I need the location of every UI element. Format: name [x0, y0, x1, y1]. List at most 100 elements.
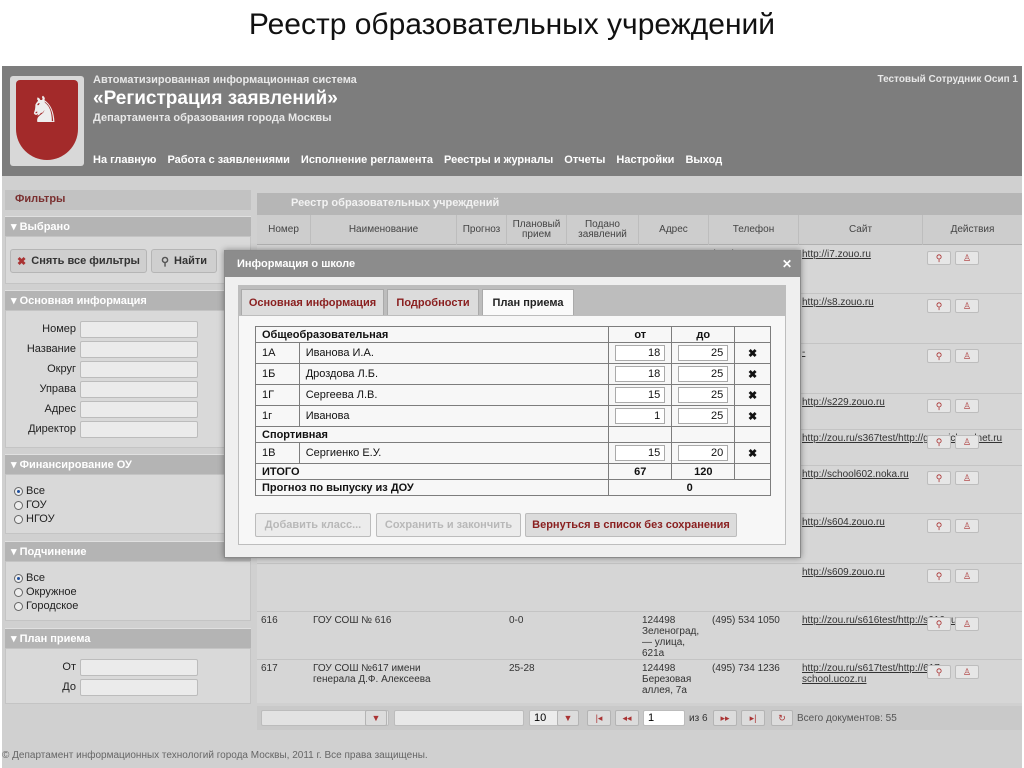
tab-admission-plan[interactable]: План приема	[482, 289, 574, 316]
user-icon[interactable]: ♙	[955, 251, 979, 265]
prev-page-icon[interactable]: ◂◂	[615, 710, 639, 726]
total-to: 120	[671, 463, 736, 480]
user-icon[interactable]: ♙	[955, 349, 979, 363]
refresh-icon[interactable]: ↻	[771, 710, 793, 726]
col-number[interactable]: Номер	[257, 215, 311, 245]
nav-home[interactable]: На главную	[93, 154, 156, 166]
subordination-header[interactable]: ▾ Подчинение	[5, 541, 251, 561]
close-icon[interactable]: ✕	[782, 257, 792, 271]
col-planned[interactable]: Плановый прием	[507, 215, 567, 245]
user-icon[interactable]: ♙	[955, 471, 979, 485]
district-input[interactable]	[80, 361, 198, 378]
nav-applications[interactable]: Работа с заявлениями	[167, 154, 289, 166]
to-input[interactable]: 25	[678, 408, 729, 424]
view-icon[interactable]: ⚲	[927, 471, 951, 485]
page-input[interactable]: 1	[643, 710, 685, 726]
to-input[interactable]: 25	[678, 366, 729, 382]
from-input[interactable]: 1	[615, 408, 666, 424]
next-page-icon[interactable]: ▸▸	[713, 710, 737, 726]
number-input[interactable]	[80, 321, 198, 338]
selected-section-header[interactable]: ▾ Выбрано	[5, 216, 251, 236]
system-subtitle: Автоматизированная информационная систем…	[93, 74, 357, 86]
nav-registers[interactable]: Реестры и журналы	[444, 154, 553, 166]
from-input[interactable]: 18	[615, 345, 666, 361]
col-submitted[interactable]: Подано заявлений	[567, 215, 639, 245]
delete-icon[interactable]: ✖	[734, 342, 771, 364]
subordination-option-all[interactable]: Все	[14, 572, 45, 584]
col-forecast[interactable]: Прогноз	[457, 215, 507, 245]
col-phone[interactable]: Телефон	[709, 215, 799, 245]
view-icon[interactable]: ⚲	[927, 399, 951, 413]
financing-option-all[interactable]: Все	[14, 485, 45, 497]
row-site-link[interactable]: http://zou.ru/s367test/http://gurevich.z…	[802, 433, 1002, 444]
back-without-saving-button[interactable]: Вернуться в список без сохранения	[525, 513, 737, 537]
subordination-option-district[interactable]: Окружное	[14, 586, 77, 598]
user-icon[interactable]: ♙	[955, 399, 979, 413]
nav-settings[interactable]: Настройки	[616, 154, 674, 166]
row-site-link[interactable]: http://zou.ru/s616test/http://s616.ru	[802, 615, 957, 626]
current-user[interactable]: Тестовый Сотрудник Осип 1	[877, 74, 1018, 85]
view-icon[interactable]: ⚲	[927, 617, 951, 631]
delete-icon[interactable]: ✖	[734, 442, 771, 464]
user-icon[interactable]: ♙	[955, 665, 979, 679]
user-icon[interactable]: ♙	[955, 569, 979, 583]
basic-info-header[interactable]: ▾ Основная информация	[5, 290, 251, 310]
user-icon[interactable]: ♙	[955, 617, 979, 631]
to-input[interactable]: 25	[678, 387, 729, 403]
col-site[interactable]: Сайт	[799, 215, 923, 245]
to-input[interactable]: 20	[678, 445, 729, 461]
nav-reports[interactable]: Отчеты	[564, 154, 605, 166]
col-address[interactable]: Адрес	[639, 215, 709, 245]
first-page-icon[interactable]: |◂	[587, 710, 611, 726]
plan-to-input[interactable]	[80, 679, 198, 696]
col-name[interactable]: Наименование	[311, 215, 457, 245]
tab-details[interactable]: Подробности	[387, 289, 479, 315]
row-site-link[interactable]: http://school602.noka.ru	[802, 469, 920, 480]
view-icon[interactable]: ⚲	[927, 435, 951, 449]
view-icon[interactable]: ⚲	[927, 569, 951, 583]
row-site-link[interactable]: -	[802, 347, 920, 358]
address-input[interactable]	[80, 401, 198, 418]
row-site-link[interactable]: http://s229.zouo.ru	[802, 397, 920, 408]
from-input[interactable]: 15	[615, 445, 666, 461]
from-input[interactable]: 15	[615, 387, 666, 403]
subordination-option-city[interactable]: Городское	[14, 600, 78, 612]
tab-basic-info[interactable]: Основная информация	[241, 289, 384, 315]
row-site-link[interactable]: http://s609.zouo.ru	[802, 567, 920, 578]
row-site-link[interactable]: http://i7.zouo.ru	[802, 249, 920, 260]
director-input[interactable]	[80, 421, 198, 438]
view-icon[interactable]: ⚲	[927, 349, 951, 363]
financing-option-gou[interactable]: ГОУ	[14, 499, 47, 511]
row-site-link[interactable]: http://zou.ru/s617test/http://617-school…	[802, 663, 943, 685]
last-page-icon[interactable]: ▸|	[741, 710, 765, 726]
to-input[interactable]: 25	[678, 345, 729, 361]
nav-logout[interactable]: Выход	[685, 154, 722, 166]
financing-header[interactable]: ▾ Финансирование ОУ	[5, 454, 251, 474]
row-site-link[interactable]: http://s8.zouo.ru	[802, 297, 920, 308]
delete-icon[interactable]: ✖	[734, 363, 771, 385]
name-input[interactable]	[80, 341, 198, 358]
view-icon[interactable]: ⚲	[927, 519, 951, 533]
chevron-down-icon[interactable]: ▼	[557, 710, 579, 726]
council-input[interactable]	[80, 381, 198, 398]
from-input[interactable]: 18	[615, 366, 666, 382]
user-icon[interactable]: ♙	[955, 435, 979, 449]
user-icon[interactable]: ♙	[955, 519, 979, 533]
add-class-button[interactable]: Добавить класс...	[255, 513, 371, 537]
financing-option-ngou[interactable]: НГОУ	[14, 513, 55, 525]
delete-icon[interactable]: ✖	[734, 384, 771, 406]
save-and-finish-button[interactable]: Сохранить и закончить	[376, 513, 521, 537]
quick-search-input[interactable]	[394, 710, 524, 726]
find-button[interactable]: ⚲ Найти	[151, 249, 217, 273]
nav-regulation[interactable]: Исполнение регламента	[301, 154, 433, 166]
plan-header[interactable]: ▾ План приема	[5, 628, 251, 648]
delete-icon[interactable]: ✖	[734, 405, 771, 427]
view-icon[interactable]: ⚲	[927, 665, 951, 679]
view-icon[interactable]: ⚲	[927, 251, 951, 265]
plan-from-input[interactable]	[80, 659, 198, 676]
clear-filters-button[interactable]: ✖ Снять все фильтры	[10, 249, 147, 273]
row-site-link[interactable]: http://s604.zouo.ru	[802, 517, 920, 528]
chevron-down-icon[interactable]: ▼	[365, 710, 387, 726]
view-icon[interactable]: ⚲	[927, 299, 951, 313]
user-icon[interactable]: ♙	[955, 299, 979, 313]
